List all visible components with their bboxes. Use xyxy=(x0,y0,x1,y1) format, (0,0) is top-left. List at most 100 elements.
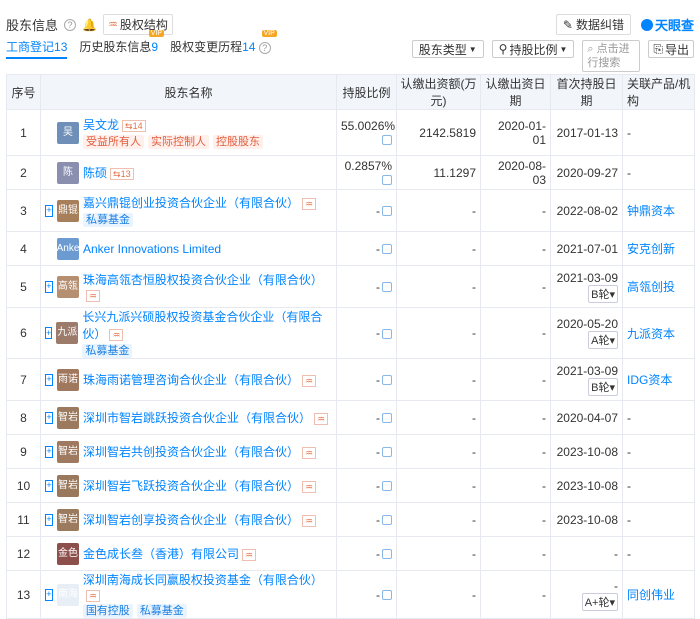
expand-icon[interactable]: + xyxy=(45,327,53,339)
expand-icon[interactable]: + xyxy=(45,373,53,386)
structure-icon[interactable]: ♒ xyxy=(302,375,317,387)
related-product-link[interactable]: 高瓴创投 xyxy=(627,280,675,294)
row-number: 3 xyxy=(6,189,41,232)
first-holding-date: - xyxy=(614,546,618,561)
shareholder-name-link[interactable]: 深圳智岩飞跃投资合伙企业（有限合伙） xyxy=(83,479,299,493)
shareholder-name-link[interactable]: 深圳南海成长同赢股权投资基金（有限合伙） xyxy=(83,573,323,587)
ratio-chart-icon[interactable] xyxy=(382,282,392,293)
ratio-chart-icon[interactable] xyxy=(382,375,392,386)
structure-icon[interactable]: ♒ xyxy=(242,549,257,561)
table-row[interactable]: 8 + 智岩 深圳市智岩跳跃投资合伙企业（有限合伙） ♒ - - - 2020-0… xyxy=(6,400,695,435)
row-number: 5 xyxy=(6,265,41,308)
shareholder-name-link[interactable]: 深圳智岩共创投资合伙企业（有限合伙） xyxy=(83,445,299,459)
ratio-chart-icon[interactable] xyxy=(382,206,392,217)
first-holding-cell: 2021-03-09 B轮▾ xyxy=(550,358,623,401)
export-button[interactable]: ⎘ 导出 xyxy=(648,40,694,58)
tab-registration[interactable]: 工商登记13 xyxy=(6,38,68,59)
table-row[interactable]: 9 + 智岩 深圳智岩共创投资合伙企业（有限合伙） ♒ - - - 2023-10… xyxy=(6,434,695,469)
structure-icon[interactable]: ♒ xyxy=(109,329,124,341)
shareholder-name-link[interactable]: 金色成长叁（香港）有限公司 xyxy=(83,547,239,561)
related-product: 九派资本 xyxy=(622,307,695,359)
structure-icon[interactable]: ♒ xyxy=(302,515,317,527)
structure-icon[interactable]: ♒ xyxy=(85,590,100,602)
holding-ratio: - xyxy=(376,279,380,294)
logo-text: 天眼查 xyxy=(654,18,694,33)
search-icon: ⌕ xyxy=(587,43,594,55)
table-row[interactable]: 4 Anke Anker Innovations Limited - - - 2… xyxy=(6,231,695,266)
tab-history-shareholders[interactable]: 历史股东信息9 VIP xyxy=(79,30,165,55)
row-number: 11 xyxy=(6,502,41,537)
table-row[interactable]: 10 + 智岩 深圳智岩飞跃投资合伙企业（有限合伙） ♒ - - - 2023-1… xyxy=(6,468,695,503)
tab-equity-changes[interactable]: 股权变更历程14 VIP ? xyxy=(170,30,277,55)
table-header-row: 序号 股东名称 持股比例 认缴出资额(万元) 认缴出资日期 首次持股日期 关联产… xyxy=(6,74,695,110)
structure-icon[interactable]: ♒ xyxy=(302,198,317,210)
round-badge[interactable]: A+轮▾ xyxy=(581,592,618,611)
structure-icon[interactable]: ♒ xyxy=(302,481,317,493)
ratio-chart-icon[interactable] xyxy=(382,175,392,186)
expand-icon[interactable]: + xyxy=(45,411,53,424)
help-icon[interactable]: ? xyxy=(258,42,271,54)
holdings-count-badge[interactable]: ⇆14 xyxy=(122,120,146,132)
ratio-chart-icon[interactable] xyxy=(382,447,392,458)
name-cell: + 智岩 深圳智岩创享投资合伙企业（有限合伙） ♒ xyxy=(40,502,337,537)
holding-ratio-select[interactable]: ⚲ 持股比例 ▼ xyxy=(491,40,575,58)
ratio-chart-icon[interactable] xyxy=(382,413,392,424)
ratio-chart-icon[interactable] xyxy=(382,135,392,146)
row-number: 9 xyxy=(6,434,41,469)
caret-down-icon: ▼ xyxy=(559,44,568,54)
round-badge[interactable]: B轮▾ xyxy=(588,377,618,396)
related-product: - xyxy=(622,400,695,435)
shareholder-name-link[interactable]: 吴文龙 xyxy=(83,118,119,132)
shareholder-type-select[interactable]: 股东类型 ▼ xyxy=(411,40,484,58)
table-row[interactable]: 1 吴 吴文龙 ⇆14 受益所有人 实际控制人 控股股东 55.0026% 2142.… xyxy=(6,109,695,156)
search-input[interactable]: ⌕ 点击进行搜索 xyxy=(582,40,641,72)
holdings-count-badge[interactable]: ⇆13 xyxy=(110,168,134,180)
tab-label: 历史股东信息 xyxy=(79,40,152,54)
table-row[interactable]: 3 + 鼎锟 嘉兴鼎锟创业投资合伙企业（有限合伙） ♒ 私募基金 - - - 20… xyxy=(6,189,695,232)
ratio-cell: - xyxy=(336,307,397,359)
related-product-link[interactable]: 安克创新 xyxy=(627,242,675,256)
shareholder-name-link[interactable]: 珠海雨诺管理咨询合伙企业（有限合伙） xyxy=(83,373,299,387)
structure-icon[interactable]: ♒ xyxy=(314,413,329,425)
shareholder-name-link[interactable]: 深圳市智岩跳跃投资合伙企业（有限合伙） xyxy=(83,411,311,425)
table-row[interactable]: 2 陈 陈硕 ⇆13 0.2857% 11.1297 2020-08-03 202… xyxy=(6,155,695,190)
expand-icon[interactable]: + xyxy=(45,204,53,217)
ratio-chart-icon[interactable] xyxy=(382,590,392,601)
expand-icon[interactable]: + xyxy=(45,280,53,293)
table-row[interactable]: 6 + 九派 长兴九派兴硕股权投资基金合伙企业（有限合伙） ♒ 私募基金 - - … xyxy=(6,307,695,359)
ratio-chart-icon[interactable] xyxy=(382,549,392,560)
structure-icon[interactable]: ♒ xyxy=(302,447,317,459)
ratio-chart-icon[interactable] xyxy=(382,244,392,255)
data-correction-button[interactable]: ✎ 数据纠错 xyxy=(555,14,631,35)
related-product-link[interactable]: IDG资本 xyxy=(627,373,672,387)
round-badge[interactable]: A轮▾ xyxy=(588,331,618,349)
table-row[interactable]: 11 + 智岩 深圳智岩创享投资合伙企业（有限合伙） ♒ - - - 2023-1… xyxy=(6,502,695,537)
expand-icon[interactable]: + xyxy=(45,513,53,526)
expand-icon[interactable]: + xyxy=(45,588,53,601)
round-badge[interactable]: B轮▾ xyxy=(588,284,618,303)
expand-icon[interactable]: + xyxy=(45,445,53,458)
shareholder-name-link[interactable]: 珠海高瓴杏恒股权投资合伙企业（有限合伙） xyxy=(83,273,323,287)
shareholder-name-link[interactable]: Anker Innovations Limited xyxy=(83,242,221,256)
shareholder-name-link[interactable]: 嘉兴鼎锟创业投资合伙企业（有限合伙） xyxy=(83,196,299,210)
table-row[interactable]: 5 + 高瓴 珠海高瓴杏恒股权投资合伙企业（有限合伙） ♒ - - - 2021-… xyxy=(6,265,695,308)
table-row[interactable]: 12 金色 金色成长叁（香港）有限公司 ♒ - - - - - xyxy=(6,536,695,571)
structure-icon[interactable]: ♒ xyxy=(85,290,100,302)
shareholder-name-link[interactable]: 深圳智岩创享投资合伙企业（有限合伙） xyxy=(83,513,299,527)
help-icon[interactable]: ? xyxy=(64,18,77,31)
table-row[interactable]: 13 + 南海 深圳南海成长同赢股权投资基金（有限合伙） ♒ 国有控股 私募基金 -… xyxy=(6,570,695,619)
ratio-chart-icon[interactable] xyxy=(382,328,392,339)
expand-icon[interactable]: + xyxy=(45,479,53,492)
name-cell: + 雨诺 珠海雨诺管理咨询合伙企业（有限合伙） ♒ xyxy=(40,358,337,401)
shareholder-name-link[interactable]: 陈硕 xyxy=(83,166,107,180)
first-holding-date: 2021-03-09 xyxy=(556,363,618,378)
table-row[interactable]: 7 + 雨诺 珠海雨诺管理咨询合伙企业（有限合伙） ♒ - - - 2021-03… xyxy=(6,358,695,401)
related-product-link[interactable]: 同创伟业 xyxy=(627,588,675,602)
related-product-link[interactable]: 九派资本 xyxy=(627,327,675,341)
avatar: 金色 xyxy=(57,542,79,565)
ratio-chart-icon[interactable] xyxy=(382,481,392,492)
ratio-chart-icon[interactable] xyxy=(382,515,392,526)
subscription-date: 2020-01-01 xyxy=(480,109,551,156)
bell-icon[interactable]: 🔔 xyxy=(82,18,97,32)
related-product-link[interactable]: 钟鼎资本 xyxy=(627,204,675,218)
